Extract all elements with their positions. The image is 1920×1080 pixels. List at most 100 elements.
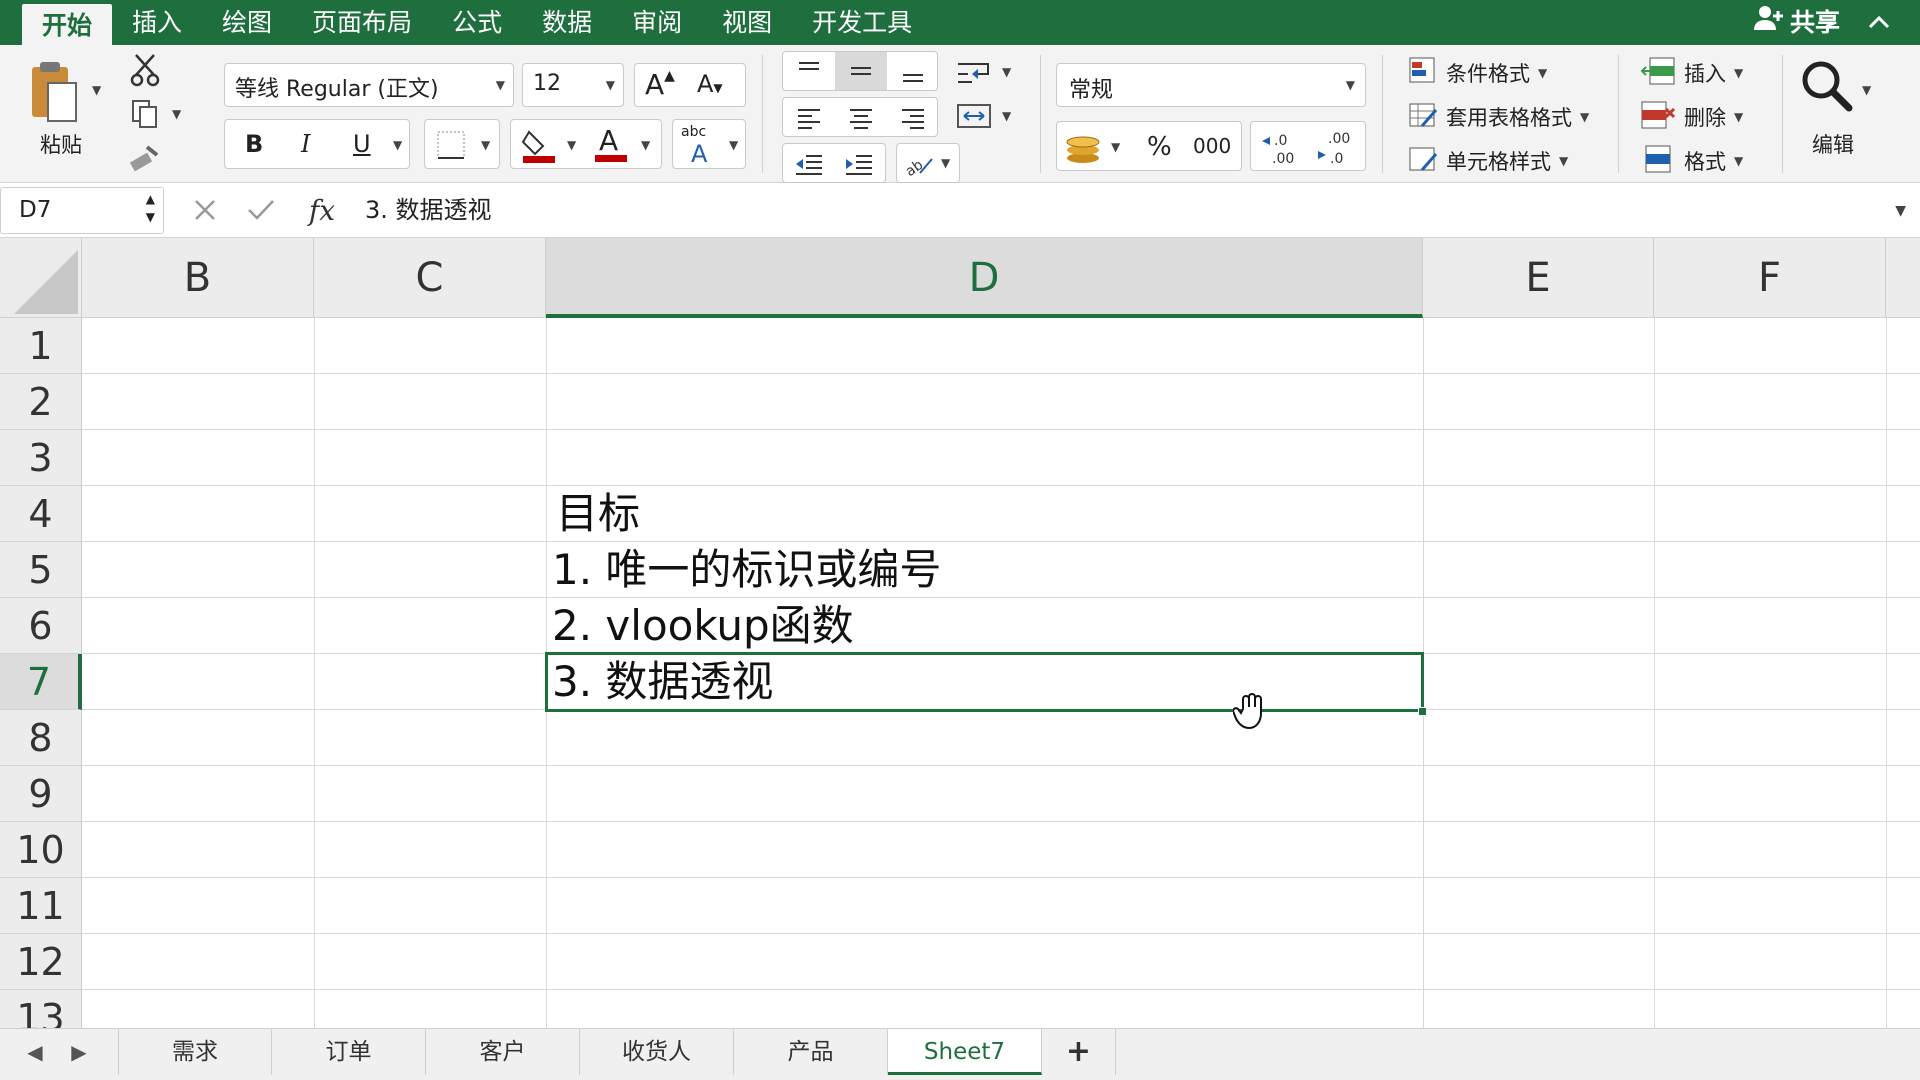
- row-header[interactable]: 12: [0, 934, 82, 990]
- italic-icon[interactable]: I: [301, 130, 310, 158]
- cell-d4[interactable]: 目标: [556, 486, 640, 542]
- tab-review[interactable]: 审阅: [612, 0, 702, 45]
- phonetic-button[interactable]: abc A ▼: [672, 119, 746, 169]
- row-header[interactable]: 3: [0, 430, 82, 486]
- row-header[interactable]: 9: [0, 766, 82, 822]
- font-size-select[interactable]: 12 ▼: [522, 63, 624, 107]
- add-sheet-button[interactable]: +: [1042, 1029, 1116, 1075]
- next-sheet-icon[interactable]: ▶: [64, 1037, 94, 1067]
- borders-button[interactable]: ▼: [424, 119, 500, 169]
- number-format-select[interactable]: 常规 ▼: [1056, 63, 1366, 107]
- sheet-tab-需求[interactable]: 需求: [118, 1029, 272, 1075]
- merge-center-icon[interactable]: [954, 99, 994, 133]
- name-box-stepper-icon[interactable]: ▲ ▼: [146, 190, 155, 226]
- function-icon[interactable]: fx: [302, 193, 342, 227]
- align-middle-icon[interactable]: [835, 52, 887, 90]
- editing-dropdown-icon[interactable]: ▼: [1862, 83, 1871, 97]
- delete-cells-button[interactable]: 删除 ▼: [1640, 99, 1743, 135]
- format-painter-icon[interactable]: [128, 141, 162, 175]
- sheet-tab-订单[interactable]: 订单: [272, 1029, 426, 1075]
- tab-view[interactable]: 视图: [702, 0, 792, 45]
- align-right-icon[interactable]: [899, 104, 927, 132]
- cell-d5[interactable]: 1. 唯一的标识或编号: [552, 542, 941, 598]
- orientation-button[interactable]: ab ▼: [896, 143, 960, 183]
- decrease-indent-icon[interactable]: [793, 150, 825, 178]
- tab-page-layout[interactable]: 页面布局: [292, 0, 432, 45]
- row-header[interactable]: 11: [0, 878, 82, 934]
- share-button[interactable]: 共享: [1753, 0, 1840, 45]
- row-header-selected[interactable]: 7: [0, 654, 82, 710]
- font-color-icon[interactable]: A: [591, 124, 631, 164]
- paste-dropdown-icon[interactable]: ▼: [92, 83, 101, 97]
- decrease-decimal-icon[interactable]: .00.0: [1313, 126, 1361, 168]
- prev-sheet-icon[interactable]: ◀: [20, 1037, 50, 1067]
- align-top-icon[interactable]: [795, 58, 823, 86]
- fill-handle[interactable]: [1418, 707, 1427, 716]
- row-header[interactable]: 5: [0, 542, 82, 598]
- tab-insert[interactable]: 插入: [112, 0, 202, 45]
- search-icon[interactable]: [1796, 57, 1858, 115]
- increase-indent-icon[interactable]: [843, 150, 875, 178]
- row-header[interactable]: 13: [0, 990, 82, 1028]
- tab-home[interactable]: 开始: [22, 4, 113, 45]
- tab-data[interactable]: 数据: [522, 0, 612, 45]
- enter-icon[interactable]: [246, 195, 276, 225]
- row-header[interactable]: 1: [0, 318, 82, 374]
- merge-dropdown-icon[interactable]: ▼: [1002, 109, 1011, 123]
- wrap-dropdown-icon[interactable]: ▼: [1002, 65, 1011, 79]
- align-bottom-icon[interactable]: [899, 58, 927, 86]
- tab-developer[interactable]: 开发工具: [792, 0, 932, 45]
- column-header-f[interactable]: F: [1654, 238, 1886, 318]
- formula-content[interactable]: 3. 数据透视: [365, 183, 492, 238]
- cut-icon[interactable]: [128, 53, 162, 87]
- wrap-text-icon[interactable]: [954, 55, 994, 89]
- increase-decimal-icon[interactable]: .0.00: [1257, 126, 1305, 168]
- percent-button[interactable]: %: [1147, 132, 1172, 162]
- font-name-select[interactable]: 等线 Regular (正文) ▼: [224, 63, 514, 107]
- format-cells-button[interactable]: 格式 ▼: [1640, 143, 1743, 179]
- copy-dropdown-icon[interactable]: ▼: [172, 107, 181, 121]
- select-all-button[interactable]: [0, 238, 82, 318]
- row-header[interactable]: 2: [0, 374, 82, 430]
- currency-dropdown-icon[interactable]: ▼: [1111, 140, 1120, 154]
- format-as-table-button[interactable]: 套用表格格式 ▼: [1408, 99, 1589, 135]
- row-header[interactable]: 4: [0, 486, 82, 542]
- sheet-tab-sheet7[interactable]: Sheet7: [888, 1029, 1042, 1075]
- fill-dropdown-icon[interactable]: ▼: [567, 138, 576, 152]
- underline-dropdown-icon[interactable]: ▼: [393, 138, 402, 152]
- conditional-format-button[interactable]: 条件格式 ▼: [1408, 55, 1547, 91]
- align-left-icon[interactable]: [795, 104, 823, 132]
- name-box[interactable]: D7 ▲ ▼: [0, 187, 164, 234]
- align-center-icon[interactable]: [847, 104, 875, 132]
- font-color-dropdown-icon[interactable]: ▼: [641, 138, 650, 152]
- currency-icon[interactable]: [1063, 128, 1103, 166]
- tab-draw[interactable]: 绘图: [202, 0, 292, 45]
- tab-formulas[interactable]: 公式: [432, 0, 522, 45]
- decrease-font-icon[interactable]: A▼: [697, 70, 723, 98]
- paste-icon[interactable]: [24, 57, 84, 127]
- row-header[interactable]: 6: [0, 598, 82, 654]
- insert-cells-button[interactable]: 插入 ▼: [1640, 55, 1743, 91]
- fill-color-icon[interactable]: [519, 126, 559, 164]
- increase-font-icon[interactable]: A▲: [645, 68, 675, 101]
- row-header[interactable]: 8: [0, 710, 82, 766]
- sheet-tab-产品[interactable]: 产品: [734, 1029, 888, 1075]
- column-header-b[interactable]: B: [82, 238, 314, 318]
- underline-icon[interactable]: U: [353, 130, 371, 158]
- comma-style-button[interactable]: 000: [1193, 134, 1231, 158]
- column-header-d[interactable]: D: [546, 238, 1423, 318]
- expand-formula-icon[interactable]: ▼: [1895, 203, 1906, 219]
- column-header-c[interactable]: C: [314, 238, 546, 318]
- cell-styles-button[interactable]: 单元格样式 ▼: [1408, 143, 1568, 179]
- column-header-e[interactable]: E: [1423, 238, 1654, 318]
- collapse-ribbon-icon[interactable]: [1868, 0, 1890, 45]
- bold-icon[interactable]: B: [245, 130, 263, 158]
- cancel-icon[interactable]: [190, 195, 220, 225]
- cell-d6[interactable]: 2. vlookup函数: [552, 598, 854, 654]
- row-header[interactable]: 10: [0, 822, 82, 878]
- sheet-tab-收货人[interactable]: 收货人: [580, 1029, 734, 1075]
- column-header-g[interactable]: [1886, 238, 1920, 318]
- copy-icon[interactable]: [128, 97, 162, 131]
- grid-line: [1886, 318, 1887, 1028]
- sheet-tab-客户[interactable]: 客户: [426, 1029, 580, 1075]
